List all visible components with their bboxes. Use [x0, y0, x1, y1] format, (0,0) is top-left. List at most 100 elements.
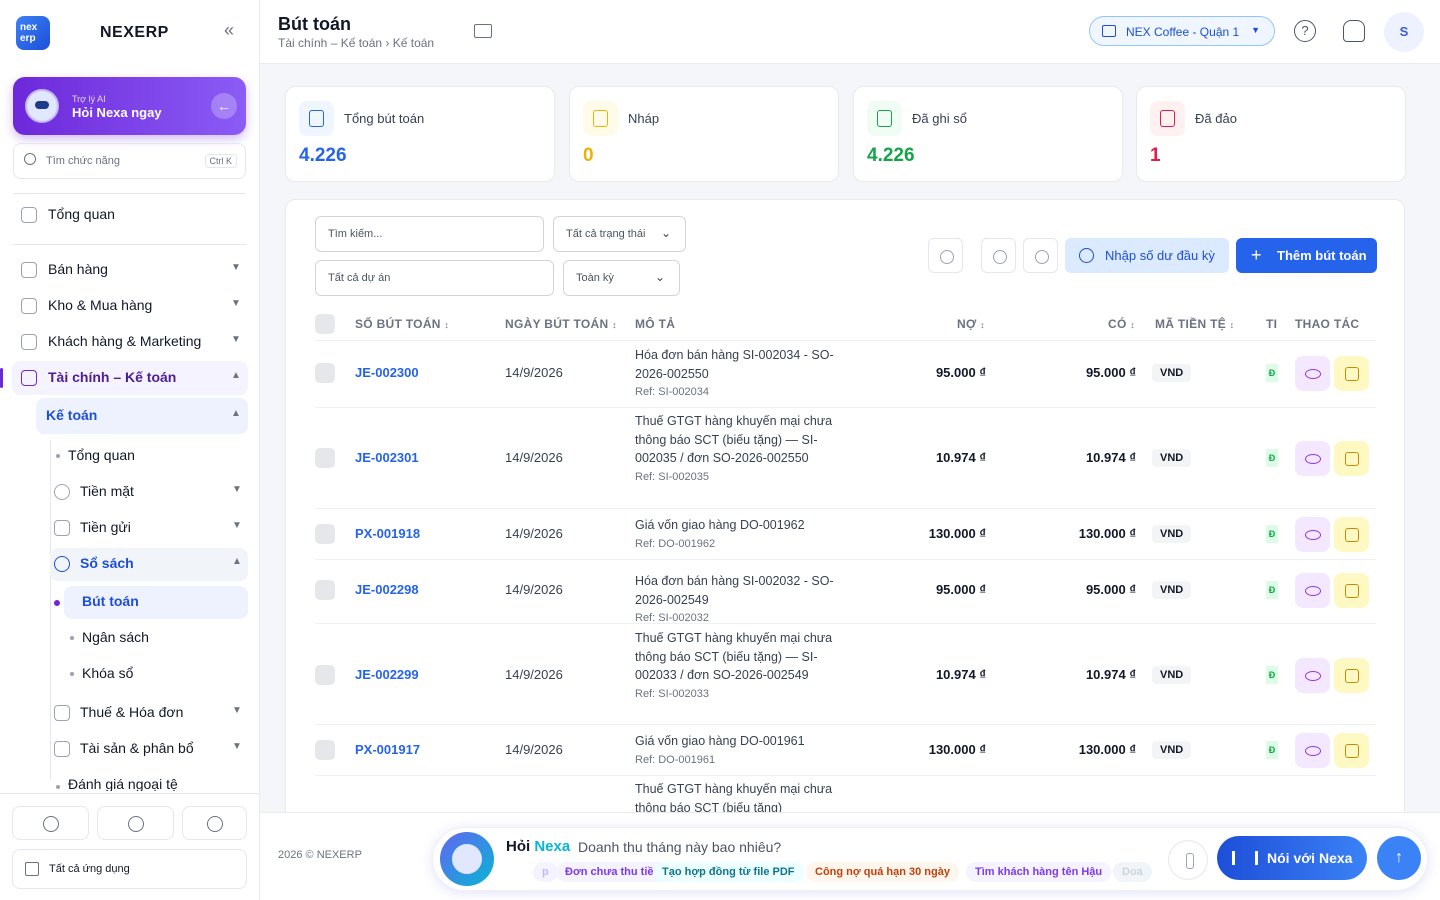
- entry-ref: Ref: DO-001961: [635, 753, 716, 766]
- add-journal-entry-button[interactable]: + Thêm bút toán: [1236, 238, 1377, 273]
- nav-fx-revaluation[interactable]: Đánh giá ngoại tệ: [68, 769, 248, 791]
- nav-cash[interactable]: Tiền mặt ▼: [54, 476, 248, 508]
- reverse-entry-icon[interactable]: [1334, 356, 1369, 391]
- entry-credit: 95.000 ₫: [1085, 582, 1136, 597]
- row-checkbox[interactable]: [315, 524, 335, 544]
- help-icon[interactable]: ?: [1294, 20, 1316, 42]
- history-button[interactable]: [12, 806, 89, 840]
- theme-button[interactable]: [97, 806, 174, 840]
- suggestion-chip[interactable]: Công nợ quá hạn 30 ngày: [806, 862, 959, 882]
- ai-chat-bar[interactable]: Hỏi Nexa Doanh thu tháng này bao nhiêu? …: [432, 827, 1428, 891]
- reverse-entry-icon[interactable]: [1334, 733, 1369, 768]
- nav-overview[interactable]: Tổng quan: [21, 199, 246, 231]
- chat-input[interactable]: Doanh thu tháng này bao nhiêu?: [578, 839, 781, 855]
- entry-code-link[interactable]: JE-002299: [355, 667, 419, 682]
- search-input[interactable]: Tìm kiếm...: [315, 216, 544, 252]
- row-checkbox[interactable]: [315, 580, 335, 600]
- nav-ledger[interactable]: Sổ sách ▲: [54, 548, 248, 580]
- entry-description: Thuế GTGT hàng khuyến mại chưa thông báo…: [635, 412, 835, 486]
- status-badge: Đ: [1266, 525, 1278, 543]
- nav-budget[interactable]: Ngân sách: [82, 622, 242, 654]
- import-opening-balance-button[interactable]: Nhập số dư đầu kỳ: [1065, 238, 1229, 273]
- view-eye-icon[interactable]: [1295, 573, 1330, 608]
- branch-selector[interactable]: NEX Coffee - Quận 1 ▼: [1089, 16, 1275, 46]
- chevron-down-icon: ▼: [232, 705, 242, 716]
- nav-sales[interactable]: Bán hàng ▼: [21, 254, 246, 286]
- entry-code-link[interactable]: PX-001917: [355, 742, 420, 757]
- chevron-down-icon: ▼: [231, 334, 241, 345]
- currency-badge: VND: [1152, 581, 1192, 599]
- folder-icon[interactable]: [474, 24, 492, 38]
- status-badge: Đ: [1266, 741, 1278, 759]
- select-all-checkbox[interactable]: [315, 314, 335, 334]
- view-eye-icon[interactable]: [1295, 356, 1330, 391]
- period-filter[interactable]: Toàn kỳ ⌄: [563, 260, 680, 296]
- paperclip-icon[interactable]: [1168, 840, 1208, 880]
- col-currency-label: MÃ TIỀN TỆ: [1155, 317, 1226, 331]
- upload-button[interactable]: [981, 238, 1016, 273]
- nav-acc-overview[interactable]: Tổng quan: [68, 440, 248, 472]
- nav-inventory[interactable]: Kho & Mua hàng ▼: [21, 290, 246, 322]
- stat-label: Nháp: [628, 111, 660, 126]
- user-avatar[interactable]: S: [1384, 12, 1424, 52]
- app-logo[interactable]: nex erp: [16, 16, 50, 50]
- col-debit[interactable]: NỢ ↕: [957, 317, 985, 331]
- refresh-button[interactable]: [928, 238, 963, 273]
- function-search-input[interactable]: Tìm chức năng Ctrl K: [13, 143, 246, 179]
- all-apps-label: Tất cả ứng dụng: [49, 863, 130, 875]
- bullet: [70, 672, 74, 676]
- entry-date: 14/9/2026: [505, 582, 563, 597]
- entry-description: Hóa đơn bán hàng SI-002034 - SO-2026-002…: [635, 346, 835, 402]
- entry-code-link[interactable]: JE-002300: [355, 365, 419, 380]
- view-eye-icon[interactable]: [1295, 733, 1330, 768]
- search-placeholder: Tìm kiếm...: [328, 228, 383, 240]
- nav-deposits[interactable]: Tiền gửi ▼: [54, 512, 248, 544]
- send-arrow-icon[interactable]: ↑: [1377, 836, 1421, 880]
- talk-to-nexa-button[interactable]: Nói với Nexa: [1217, 836, 1367, 880]
- status-filter[interactable]: Tất cả trạng thái ⌄: [553, 216, 686, 252]
- period-filter-label: Toàn kỳ: [576, 272, 614, 284]
- reverse-entry-icon[interactable]: [1334, 573, 1369, 608]
- col-date[interactable]: NGÀY BÚT TOÁN ↕: [505, 317, 617, 331]
- suggestion-chip[interactable]: p: [533, 862, 558, 882]
- users-icon: [21, 334, 37, 350]
- nav-accounting[interactable]: Kế toán ▲: [46, 400, 246, 432]
- reverse-entry-icon[interactable]: [1334, 441, 1369, 476]
- view-eye-icon[interactable]: [1295, 517, 1330, 552]
- nav-customers[interactable]: Khách hàng & Marketing ▼: [21, 326, 246, 358]
- arrow-left-icon[interactable]: ←: [211, 93, 237, 119]
- cart-icon: [21, 262, 37, 278]
- entry-code-link[interactable]: JE-002301: [355, 450, 419, 465]
- row-checkbox[interactable]: [315, 740, 335, 760]
- nav-finance[interactable]: Tài chính – Kế toán ▲: [21, 362, 246, 394]
- nav-tax-invoice[interactable]: Thuế & Hóa đơn ▼: [54, 697, 248, 729]
- ai-assistant-card[interactable]: Trợ lý AI Hỏi Nexa ngay ←: [13, 77, 246, 135]
- row-checkbox[interactable]: [315, 363, 335, 383]
- nav-journal-entries[interactable]: Bút toán: [82, 586, 242, 618]
- row-checkbox[interactable]: [315, 448, 335, 468]
- all-apps-button[interactable]: Tất cả ứng dụng: [12, 849, 247, 889]
- suggestion-chip[interactable]: Tìm khách hàng tên Hậu: [966, 862, 1112, 882]
- entry-code-link[interactable]: PX-001918: [355, 526, 420, 541]
- nav-label: Bán hàng: [48, 261, 108, 277]
- suggestion-chip[interactable]: Tạo hợp đồng từ file PDF: [653, 862, 804, 882]
- nav-close-books[interactable]: Khóa sổ: [82, 658, 242, 690]
- entry-code-link[interactable]: JE-002298: [355, 582, 419, 597]
- download-button[interactable]: [1023, 238, 1058, 273]
- collapse-sidebar-icon[interactable]: «: [224, 20, 234, 41]
- brand-name: NEXERP: [100, 24, 169, 41]
- project-filter[interactable]: Tất cả dự án: [315, 260, 554, 296]
- suggestion-chip[interactable]: Doa: [1113, 862, 1152, 882]
- reverse-entry-icon[interactable]: [1334, 517, 1369, 552]
- col-credit[interactable]: CÓ ↕: [1108, 317, 1135, 331]
- alert-button[interactable]: [182, 806, 247, 840]
- col-currency[interactable]: MÃ TIỀN TỆ ↕: [1155, 317, 1234, 331]
- bell-icon[interactable]: [1343, 20, 1365, 42]
- row-checkbox[interactable]: [315, 665, 335, 685]
- reverse-entry-icon[interactable]: [1334, 658, 1369, 693]
- view-eye-icon[interactable]: [1295, 658, 1330, 693]
- nav-label: Tổng quan: [68, 447, 135, 463]
- col-code[interactable]: SỐ BÚT TOÁN ↕: [355, 317, 449, 331]
- nav-assets[interactable]: Tài sản & phân bổ ▼: [54, 733, 248, 765]
- view-eye-icon[interactable]: [1295, 441, 1330, 476]
